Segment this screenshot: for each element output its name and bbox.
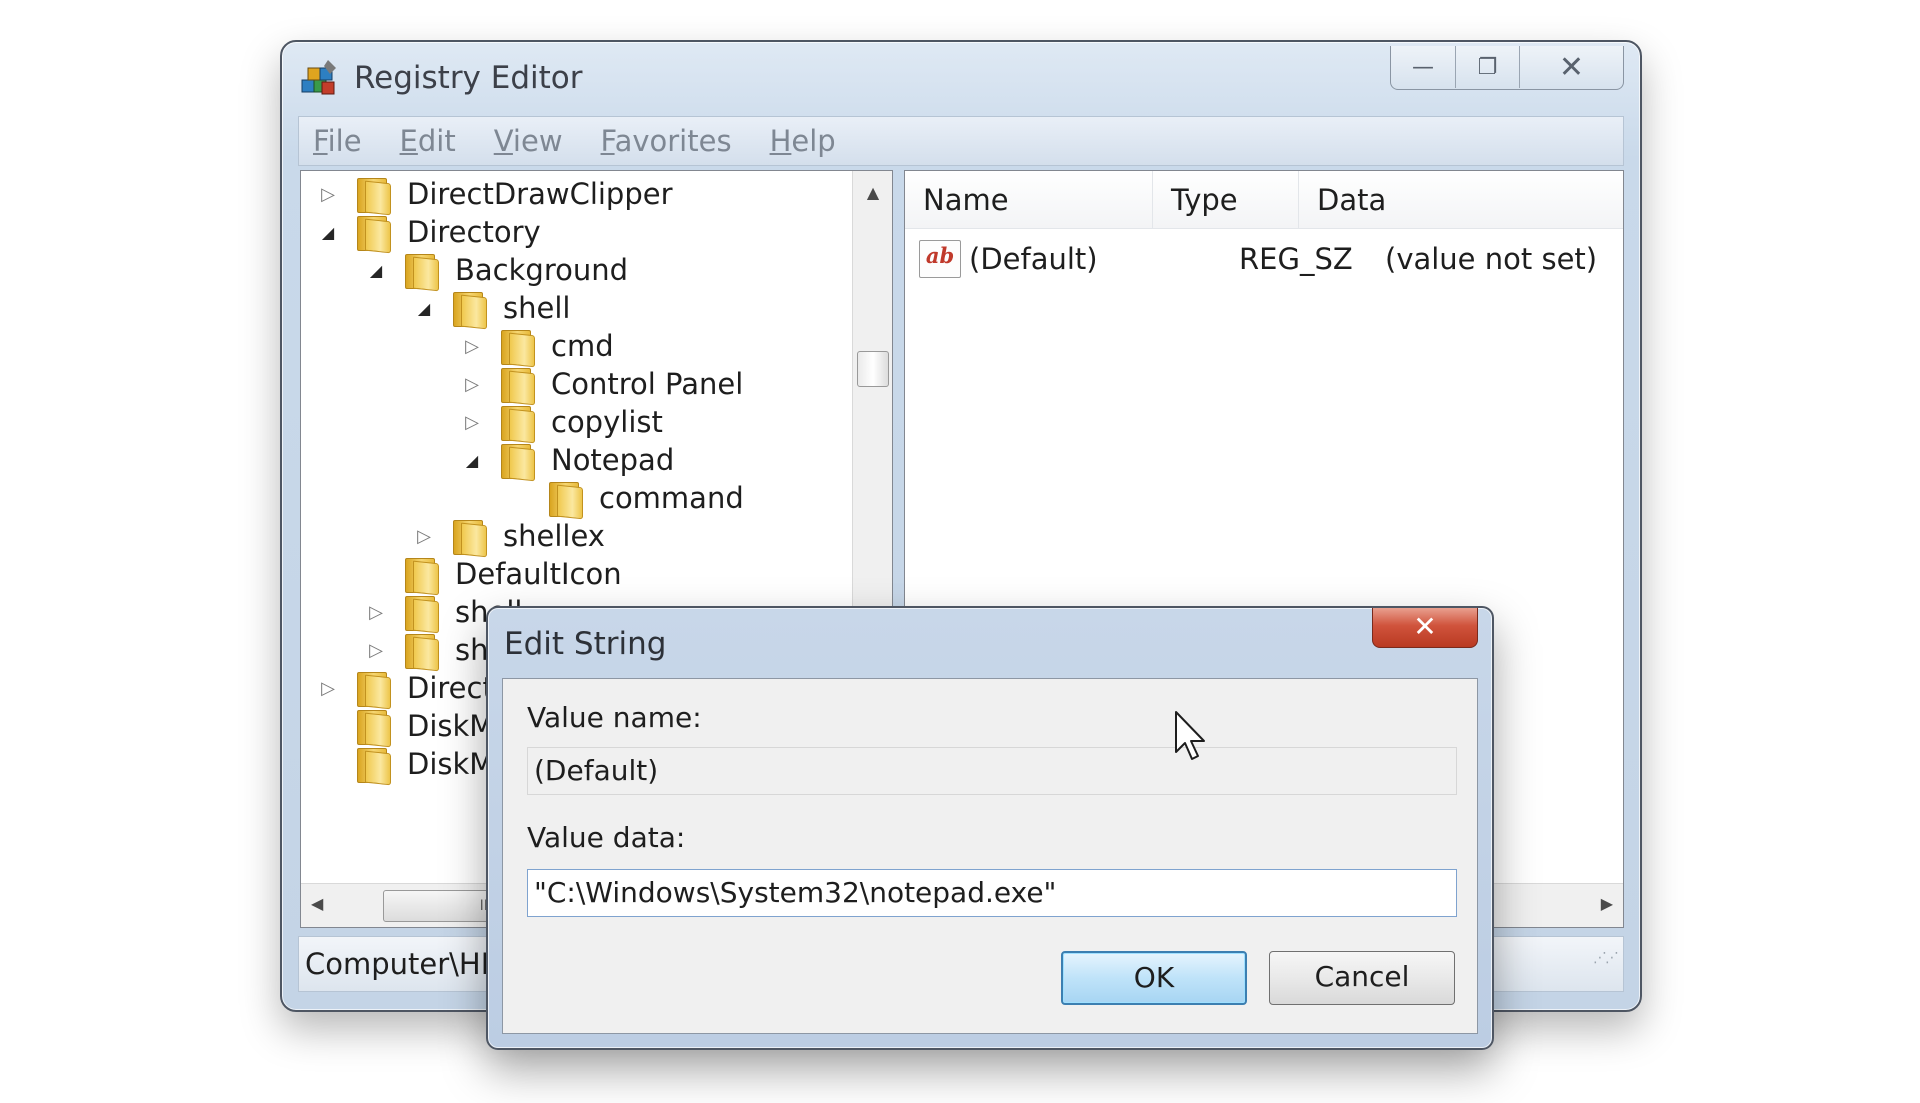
edit-string-dialog: Edit String ✕ Value name: (Default) Valu… bbox=[486, 606, 1494, 1050]
tree-item-label: command bbox=[599, 481, 744, 515]
tree-item-label: Directory bbox=[407, 215, 541, 249]
folder-icon bbox=[547, 480, 585, 517]
minimize-icon: — bbox=[1412, 54, 1434, 80]
folder-icon bbox=[355, 670, 393, 707]
string-value-icon: ab bbox=[919, 240, 961, 278]
folder-icon bbox=[499, 404, 537, 441]
value-name: (Default) bbox=[969, 242, 1098, 276]
scroll-up-icon[interactable]: ▲ bbox=[853, 183, 892, 202]
tree-item-label: Control Panel bbox=[551, 367, 744, 401]
maximize-button[interactable]: ❐ bbox=[1455, 46, 1519, 88]
tree-item-label: DirectDrawClipper bbox=[407, 177, 673, 211]
value-name-field: (Default) bbox=[527, 747, 1457, 795]
menu-help[interactable]: Help bbox=[770, 124, 836, 158]
scroll-thumb[interactable] bbox=[857, 351, 889, 387]
column-header-data[interactable]: Data bbox=[1299, 171, 1623, 228]
close-button[interactable]: ✕ bbox=[1519, 46, 1623, 88]
registry-editor-icon bbox=[301, 60, 336, 95]
tree-item-label: cmd bbox=[551, 329, 614, 363]
dialog-close-button[interactable]: ✕ bbox=[1372, 608, 1478, 648]
value-data-label: Value data: bbox=[527, 821, 686, 854]
folder-icon bbox=[499, 366, 537, 403]
minimize-button[interactable]: — bbox=[1391, 46, 1455, 88]
tree-item-label: Background bbox=[455, 253, 629, 287]
expand-icon[interactable]: ▷ bbox=[413, 525, 435, 547]
close-icon: ✕ bbox=[1558, 49, 1585, 85]
expand-icon[interactable]: ▷ bbox=[317, 677, 339, 699]
folder-icon bbox=[499, 442, 537, 479]
menu-view[interactable]: View bbox=[494, 124, 563, 158]
folder-icon bbox=[355, 214, 393, 251]
expand-icon[interactable]: ▷ bbox=[365, 601, 387, 623]
folder-icon bbox=[403, 556, 441, 593]
resize-grip-icon[interactable]: ⋰⋰ bbox=[1593, 931, 1619, 985]
list-header: Name Type Data bbox=[905, 171, 1623, 229]
collapse-icon[interactable]: ◢ bbox=[317, 221, 339, 243]
tree-item-label: copylist bbox=[551, 405, 663, 439]
expand-icon[interactable]: ▷ bbox=[461, 411, 483, 433]
folder-icon bbox=[451, 518, 489, 555]
menu-bar: File Edit View Favorites Help bbox=[298, 116, 1624, 166]
value-name-label: Value name: bbox=[527, 701, 702, 734]
folder-icon bbox=[499, 328, 537, 365]
expand-icon[interactable]: ▷ bbox=[461, 335, 483, 357]
scroll-left-icon[interactable]: ◀ bbox=[311, 894, 323, 913]
ok-button[interactable]: OK bbox=[1061, 951, 1247, 1005]
menu-file[interactable]: File bbox=[313, 124, 362, 158]
menu-edit[interactable]: Edit bbox=[400, 124, 456, 158]
value-type: REG_SZ bbox=[1239, 242, 1353, 276]
collapse-icon[interactable]: ◢ bbox=[461, 449, 483, 471]
mouse-cursor-icon bbox=[1175, 711, 1205, 760]
tree-item-label: Notepad bbox=[551, 443, 675, 477]
collapse-icon[interactable]: ◢ bbox=[413, 297, 435, 319]
dialog-body: Value name: (Default) Value data: "C:\Wi… bbox=[502, 678, 1478, 1034]
close-icon: ✕ bbox=[1413, 610, 1437, 643]
tree-item-label: shellex bbox=[503, 519, 605, 553]
maximize-icon: ❐ bbox=[1477, 54, 1498, 80]
expand-icon[interactable]: ▷ bbox=[461, 373, 483, 395]
column-header-name[interactable]: Name bbox=[905, 171, 1153, 228]
horizontal-scroll-thumb[interactable]: III bbox=[383, 890, 503, 922]
folder-icon bbox=[355, 176, 393, 213]
tree-item-label: shell bbox=[503, 291, 571, 325]
scroll-right-icon[interactable]: ▶ bbox=[1601, 894, 1613, 913]
tree-item-label: DefaultIcon bbox=[455, 557, 622, 591]
cancel-button[interactable]: Cancel bbox=[1269, 951, 1455, 1005]
value-data: (value not set) bbox=[1385, 242, 1598, 276]
folder-icon bbox=[355, 746, 393, 783]
collapse-icon[interactable]: ◢ bbox=[365, 259, 387, 281]
folder-icon bbox=[403, 594, 441, 631]
folder-icon bbox=[451, 290, 489, 327]
folder-icon bbox=[355, 708, 393, 745]
expand-icon[interactable]: ▷ bbox=[365, 639, 387, 661]
window-controls: — ❐ ✕ bbox=[1390, 46, 1624, 90]
value-data-input[interactable]: "C:\Windows\System32\notepad.exe" bbox=[527, 869, 1457, 917]
dialog-title: Edit String bbox=[504, 626, 667, 662]
folder-icon bbox=[403, 252, 441, 289]
column-header-type[interactable]: Type bbox=[1153, 171, 1299, 228]
list-item[interactable]: ab (Default) REG_SZ (value not set) bbox=[905, 233, 1623, 285]
expand-icon[interactable]: ▷ bbox=[317, 183, 339, 205]
menu-favorites[interactable]: Favorites bbox=[601, 124, 732, 158]
folder-icon bbox=[403, 632, 441, 669]
window-title: Registry Editor bbox=[354, 60, 583, 96]
